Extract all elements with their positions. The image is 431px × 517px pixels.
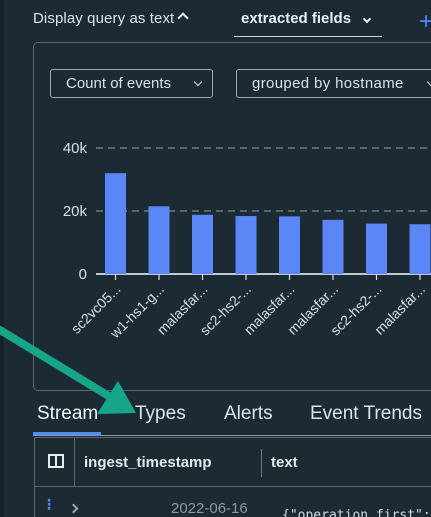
y-axis-tick-label: 0 (79, 266, 87, 283)
left-edge-strip (0, 0, 4, 517)
chart-bar[interactable] (409, 224, 431, 274)
column-header-ingest-timestamp[interactable]: ingest_timestamp (84, 454, 212, 471)
x-axis-ticks: sc2vc05...w1-hs1-g...malasfar...sc2-hs2-… (68, 274, 428, 342)
chevron-right-icon[interactable] (68, 503, 79, 514)
tab-alerts[interactable]: Alerts (224, 403, 273, 425)
chevron-down-icon (362, 14, 372, 24)
query-toolbar: Display query as text extracted fields + (32, 8, 431, 42)
column-separator[interactable] (261, 449, 262, 477)
tab-stream[interactable]: Stream (37, 403, 98, 425)
add-icon[interactable]: + (419, 10, 431, 34)
display-query-label: Display query as text (33, 10, 175, 27)
y-axis-tick-label: 20k (63, 203, 88, 220)
result-tabs: Stream Types Alerts Event Trends (33, 399, 431, 437)
display-query-toggle[interactable]: Display query as text (33, 10, 189, 27)
tab-types[interactable]: Types (135, 403, 186, 425)
row-menu-icon[interactable]: ⋮ (42, 497, 56, 515)
row-text-value: {"operation_first": (282, 508, 431, 517)
chart-bar[interactable] (148, 206, 170, 274)
y-axis-tick-label: 40k (63, 140, 88, 157)
y-axis-ticks: 40k 20k 0 (63, 140, 88, 283)
app-page: Display query as text extracted fields +… (0, 0, 431, 517)
chart-bar[interactable] (235, 216, 257, 274)
chart-bar[interactable] (105, 173, 126, 274)
column-header-text[interactable]: text (271, 454, 298, 471)
row-ingest-timestamp: 2022-06-16 (171, 500, 248, 517)
chart-panel: Count of events grouped by hostname 40k 2… (33, 42, 431, 391)
chart-bar[interactable] (366, 223, 387, 274)
bar-chart: 40k 20k 0 sc2vc05...w1-hs1-g...malasfar...… (63, 140, 431, 342)
column-layout-icon (48, 454, 64, 468)
chart-bar[interactable] (192, 214, 213, 274)
events-table-header: ingest_timestamp text (34, 437, 431, 487)
tabs-divider (33, 435, 431, 436)
chart-bar[interactable] (279, 216, 300, 274)
chart-bar[interactable] (322, 219, 344, 274)
extracted-fields-dropdown[interactable]: extracted fields (234, 10, 382, 37)
column-layout-button[interactable] (35, 438, 75, 486)
chevron-up-icon (177, 12, 189, 24)
extracted-fields-label: extracted fields (241, 10, 352, 27)
tab-event-trends[interactable]: Event Trends (310, 403, 422, 425)
table-row[interactable]: ⋮ 2022-06-16 {"operation_first": (34, 487, 431, 517)
chart-bars (105, 173, 431, 274)
